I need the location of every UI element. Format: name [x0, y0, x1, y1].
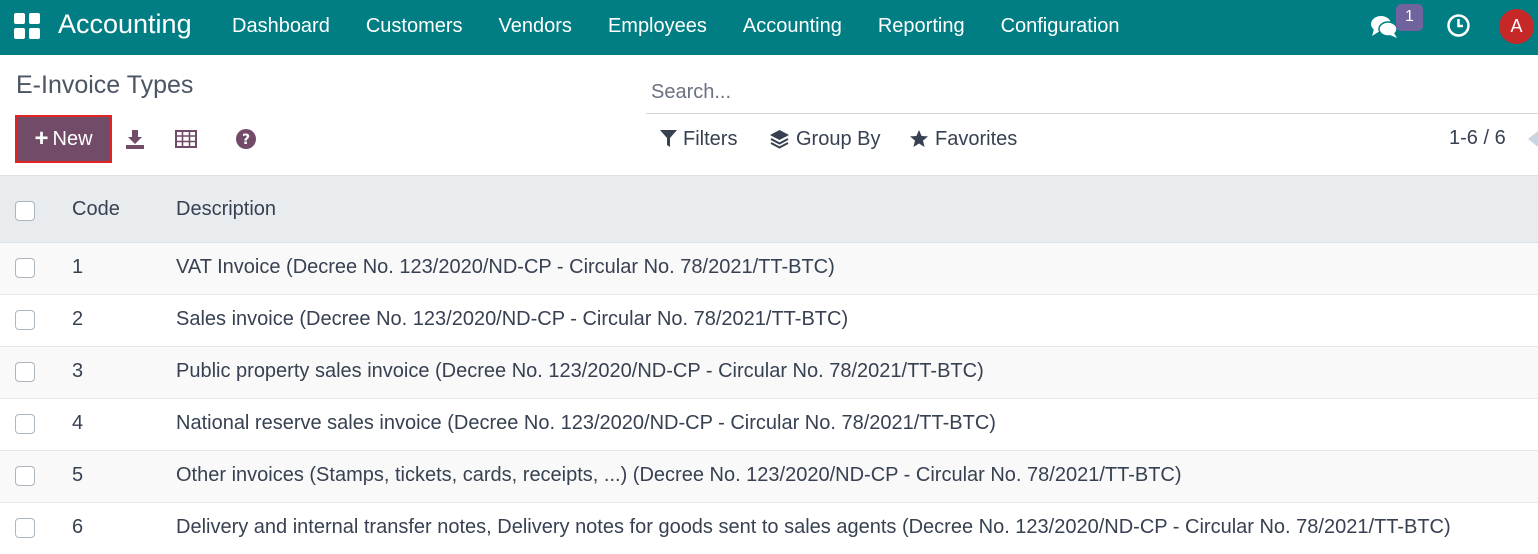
new-button[interactable]: + New [15, 115, 112, 163]
layers-icon [770, 129, 789, 149]
pager-previous-icon[interactable] [1528, 131, 1538, 147]
row-code: 2 [72, 308, 84, 330]
filter-icon [660, 130, 677, 147]
table-icon[interactable] [174, 127, 198, 151]
row-checkbox[interactable] [15, 258, 35, 278]
menu-item-accounting[interactable]: Accounting [725, 0, 860, 55]
table-row[interactable]: 3 Public property sales invoice (Decree … [0, 347, 1538, 399]
row-checkbox[interactable] [15, 310, 35, 330]
row-checkbox[interactable] [15, 414, 35, 434]
apps-icon[interactable] [14, 13, 42, 41]
plus-icon: + [34, 125, 49, 152]
group-by-label: Group By [796, 127, 881, 150]
top-navbar: Accounting Dashboard Customers Vendors E… [0, 0, 1538, 55]
row-description: Other invoices (Stamps, tickets, cards, … [176, 464, 1182, 486]
table-row[interactable]: 6 Delivery and internal transfer notes, … [0, 503, 1538, 554]
favorites-label: Favorites [935, 127, 1018, 150]
app-title[interactable]: Accounting [58, 9, 192, 40]
row-description: Delivery and internal transfer notes, De… [176, 516, 1451, 538]
menu-item-dashboard[interactable]: Dashboard [214, 0, 348, 55]
svg-text:?: ? [242, 132, 250, 148]
menu-item-configuration[interactable]: Configuration [983, 0, 1138, 55]
group-by-button[interactable]: Group By [769, 125, 880, 153]
table-row[interactable]: 4 National reserve sales invoice (Decree… [0, 399, 1538, 451]
search-bar [646, 70, 1538, 114]
column-header-code[interactable]: Code [72, 198, 120, 221]
table-row[interactable]: 5 Other invoices (Stamps, tickets, cards… [0, 451, 1538, 503]
page-title: E-Invoice Types [16, 71, 194, 99]
menu-item-reporting[interactable]: Reporting [860, 0, 983, 55]
user-avatar[interactable]: A [1499, 9, 1534, 44]
menu-item-employees[interactable]: Employees [590, 0, 725, 55]
filters-label: Filters [683, 127, 738, 150]
pager-value[interactable]: 1-6 / 6 [1449, 127, 1506, 150]
row-code: 1 [72, 256, 84, 278]
column-header-description[interactable]: Description [176, 198, 276, 221]
download-icon[interactable] [123, 127, 147, 151]
star-icon [910, 130, 928, 147]
table-row[interactable]: 1 VAT Invoice (Decree No. 123/2020/ND-CP… [0, 243, 1538, 295]
row-checkbox[interactable] [15, 518, 35, 538]
favorites-button[interactable]: Favorites [909, 125, 1017, 153]
e-invoice-types-table: Code Description 1 VAT Invoice (Decree N… [0, 175, 1538, 554]
row-description: Public property sales invoice (Decree No… [176, 360, 984, 382]
help-icon[interactable]: ? [234, 127, 258, 151]
row-description: National reserve sales invoice (Decree N… [176, 412, 996, 434]
row-checkbox[interactable] [15, 362, 35, 382]
table-row[interactable]: 2 Sales invoice (Decree No. 123/2020/ND-… [0, 295, 1538, 347]
main-menu: Dashboard Customers Vendors Employees Ac… [214, 0, 1138, 55]
menu-item-vendors[interactable]: Vendors [481, 0, 590, 55]
search-input[interactable] [651, 76, 1511, 108]
row-description: Sales invoice (Decree No. 123/2020/ND-CP… [176, 308, 849, 330]
message-count-badge: 1 [1396, 4, 1423, 31]
row-code: 6 [72, 516, 84, 538]
row-code: 3 [72, 360, 84, 382]
table-header: Code Description [0, 175, 1538, 243]
row-code: 5 [72, 464, 84, 486]
row-description: VAT Invoice (Decree No. 123/2020/ND-CP -… [176, 256, 835, 278]
clock-icon[interactable] [1446, 13, 1471, 38]
new-button-label: New [52, 127, 93, 150]
chat-icon[interactable] [1370, 14, 1398, 40]
row-code: 4 [72, 412, 84, 434]
row-checkbox[interactable] [15, 466, 35, 486]
menu-item-customers[interactable]: Customers [348, 0, 481, 55]
select-all-checkbox[interactable] [15, 201, 35, 221]
filters-button[interactable]: Filters [660, 125, 737, 153]
